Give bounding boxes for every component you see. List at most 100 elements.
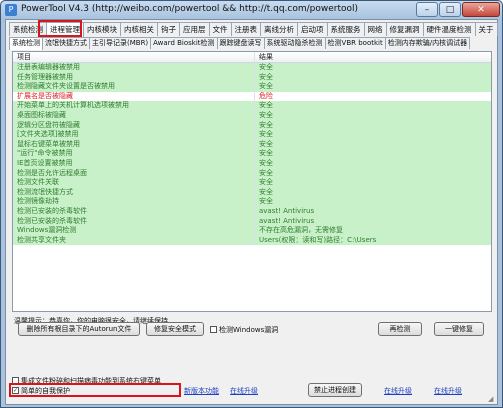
tab-sub-3[interactable]: Award Bioskit检测 bbox=[150, 37, 218, 49]
title-bar[interactable]: P PowerTool V4.3 (http://weibo.com/power… bbox=[1, 1, 502, 19]
list-cell-result: 不存在高危漏洞，无需修复 bbox=[259, 226, 343, 235]
column-header-result[interactable]: 结果 bbox=[255, 52, 491, 62]
list-cell-item: 任务管理器被禁用 bbox=[13, 72, 255, 83]
detection-list[interactable]: 项目 结果 注册表编辑器被禁用 安全 任务管理器被禁用 安全 检测隐藏文件夹设置是否被禁… bbox=[12, 51, 492, 312]
list-cell-item: 检测是否允许远程桌面 bbox=[13, 168, 255, 179]
list-row[interactable]: "运行"命令被禁用 安全 bbox=[13, 149, 491, 159]
list-row[interactable]: 桌面图标被隐藏 安全 bbox=[13, 110, 491, 121]
list-cell-result: 安全 bbox=[259, 149, 273, 158]
tab-main-5[interactable]: 应用层 bbox=[179, 22, 210, 36]
list-row[interactable]: 开始菜单上的关机计算机选项被禁用 安全 bbox=[13, 101, 491, 111]
tab-main-9[interactable]: 启动项 bbox=[297, 22, 328, 36]
active-tab-highlight bbox=[38, 20, 82, 37]
list-cell-item: 检测已安装的杀毒软件 bbox=[13, 206, 255, 217]
list-cell-result: 安全 bbox=[259, 110, 273, 119]
list-cell-item: 检测共享文件夹 bbox=[13, 235, 255, 246]
list-cell-result: 安全 bbox=[259, 101, 273, 110]
tab-main-10[interactable]: 系统服务 bbox=[326, 22, 365, 36]
list-row[interactable]: 检测隐藏文件夹设置是否被禁用 安全 bbox=[13, 82, 491, 92]
tab-sub-2[interactable]: 主引导记录(MBR) bbox=[89, 37, 152, 49]
app-window: P PowerTool V4.3 (http://weibo.com/power… bbox=[0, 0, 503, 408]
tab-main-3[interactable]: 内核相关 bbox=[120, 22, 158, 36]
list-row[interactable]: 逻辑分区盘符被隐藏 安全 bbox=[13, 120, 491, 131]
list-cell-item: 检测隐藏文件夹设置是否被禁用 bbox=[13, 82, 255, 92]
fix-safe-mode-button[interactable]: 修复安全模式 bbox=[146, 322, 204, 336]
list-row[interactable]: 检测流氓快捷方式 安全 bbox=[13, 187, 491, 198]
list-cell-item: 检测已安装的杀毒软件 bbox=[13, 216, 255, 227]
tab-sub-0[interactable]: 系统检测 bbox=[9, 37, 43, 50]
list-cell-item: 鼠标右键菜单被禁用 bbox=[13, 139, 255, 150]
list-row[interactable]: Windows漏洞检测 不存在高危漏洞，无需修复 bbox=[13, 226, 491, 236]
list-row[interactable]: 注册表编辑器被禁用 安全 bbox=[13, 63, 491, 73]
tab-sub-7[interactable]: 检测内存欺骗/内核调试器 bbox=[384, 37, 471, 49]
maximize-button[interactable]: □ bbox=[439, 2, 461, 17]
list-cell-item: "运行"命令被禁用 bbox=[13, 149, 255, 159]
online-upgrade-link-3[interactable]: 在线升级 bbox=[434, 386, 462, 396]
tab-sub-4[interactable]: 跟踪键盘读写 bbox=[216, 37, 265, 49]
list-row[interactable]: 检测镜像劫持 安全 bbox=[13, 197, 491, 207]
online-upgrade-link[interactable]: 在线升级 bbox=[230, 386, 258, 396]
list-cell-result: 安全 bbox=[259, 187, 273, 196]
list-cell-result: 安全 bbox=[259, 72, 273, 81]
list-row[interactable]: [文件夹选项]被禁用 安全 bbox=[13, 130, 491, 140]
list-row[interactable]: IE首页设置被禁用 安全 bbox=[13, 158, 491, 169]
list-cell-result: 安全 bbox=[259, 130, 273, 139]
list-header: 项目 结果 bbox=[13, 52, 491, 63]
list-cell-result: 安全 bbox=[259, 63, 273, 71]
delete-autorun-button[interactable]: 删除所有根目录下的Autorun文件 bbox=[18, 322, 140, 336]
list-cell-result: avast! Antivirus bbox=[259, 216, 315, 225]
window-title: PowerTool V4.3 (http://weibo.com/powerto… bbox=[21, 4, 359, 14]
list-row[interactable]: 检测已安装的杀毒软件 avast! Antivirus bbox=[13, 206, 491, 217]
close-button[interactable]: ✕ bbox=[462, 2, 500, 17]
list-cell-item: 检测文件关联 bbox=[13, 178, 255, 188]
list-row[interactable]: 检测文件关联 安全 bbox=[13, 178, 491, 188]
resize-grip-icon[interactable]: ◢ bbox=[488, 395, 496, 403]
tab-main-8[interactable]: 离线分析 bbox=[260, 22, 298, 36]
minimize-button[interactable]: – bbox=[416, 2, 438, 17]
list-cell-item: 扩展名是否被隐藏 bbox=[13, 91, 255, 102]
list-cell-item: IE首页设置被禁用 bbox=[13, 158, 255, 169]
tab-main-6[interactable]: 文件 bbox=[208, 22, 232, 36]
list-body: 注册表编辑器被禁用 安全 任务管理器被禁用 安全 检测隐藏文件夹设置是否被禁用 安全 扩展名… bbox=[13, 63, 491, 246]
forbid-process-create-button[interactable]: 禁止进程创建 bbox=[308, 383, 362, 397]
list-cell-item: [文件夹选项]被禁用 bbox=[13, 130, 255, 140]
tab-main-11[interactable]: 网络 bbox=[363, 22, 387, 36]
online-upgrade-link-2[interactable]: 在线升级 bbox=[384, 386, 412, 396]
list-cell-result: Users(权限：读和写)路径：C:\Users bbox=[259, 235, 377, 244]
list-cell-item: 开始菜单上的关机计算机选项被禁用 bbox=[13, 101, 255, 111]
list-row[interactable]: 检测是否允许远程桌面 安全 bbox=[13, 168, 491, 179]
check-windows-vuln-checkbox[interactable] bbox=[210, 326, 217, 333]
tab-main-12[interactable]: 修复漏洞 bbox=[385, 22, 424, 36]
list-cell-item: 桌面图标被隐藏 bbox=[13, 110, 255, 121]
list-cell-result: 安全 bbox=[259, 168, 273, 177]
list-cell-item: 检测流氓快捷方式 bbox=[13, 187, 255, 198]
app-logo-icon: P bbox=[5, 4, 17, 16]
one-click-fix-button[interactable]: 一键修复 bbox=[434, 322, 484, 336]
tab-main-13[interactable]: 硬件温度检测 bbox=[422, 22, 476, 36]
tab-main-2[interactable]: 内核模块 bbox=[83, 22, 121, 36]
list-cell-item: 逻辑分区盘符被隐藏 bbox=[13, 120, 255, 131]
list-cell-result: 安全 bbox=[259, 139, 273, 148]
recheck-button[interactable]: 再检测 bbox=[378, 322, 422, 336]
tab-sub-6[interactable]: 检测VBR bootkit bbox=[324, 37, 386, 49]
main-panel: 系统检测 进程管理 内核模块 内核相关 钩子 应用层 文件 注册表 离线分析 启动项 系统服务 网络修… bbox=[5, 19, 498, 405]
list-row[interactable]: 鼠标右键菜单被禁用 安全 bbox=[13, 139, 491, 150]
tab-main-4[interactable]: 钩子 bbox=[157, 22, 180, 36]
list-row[interactable]: 扩展名是否被隐藏 危险 bbox=[13, 91, 491, 102]
list-cell-result: 安全 bbox=[259, 82, 273, 91]
sub-tab-bar: 系统检测 流氓快捷方式 主引导记录(MBR) Award Bioskit检测 跟踪键盘读… bbox=[9, 37, 471, 50]
tab-sub-1[interactable]: 流氓快捷方式 bbox=[42, 37, 90, 49]
list-row[interactable]: 检测已安装的杀毒软件 avast! Antivirus bbox=[13, 216, 491, 227]
tab-sub-5[interactable]: 系统驱动隐杀检测 bbox=[263, 37, 326, 49]
list-cell-result: 安全 bbox=[259, 158, 273, 167]
list-cell-result: 安全 bbox=[259, 120, 273, 129]
tab-main-14[interactable]: 关于 bbox=[474, 22, 498, 36]
list-row[interactable]: 检测共享文件夹 Users(权限：读和写)路径：C:\Users bbox=[13, 235, 491, 246]
check-windows-vuln-label: 检测Windows漏洞 bbox=[219, 326, 279, 334]
new-features-link[interactable]: 新版本功能 bbox=[184, 386, 219, 396]
column-header-item[interactable]: 项目 bbox=[13, 52, 255, 62]
tab-main-7[interactable]: 注册表 bbox=[230, 22, 261, 36]
list-cell-item: 检测镜像劫持 bbox=[13, 197, 255, 207]
list-cell-result: 安全 bbox=[259, 197, 273, 206]
list-row[interactable]: 任务管理器被禁用 安全 bbox=[13, 72, 491, 83]
